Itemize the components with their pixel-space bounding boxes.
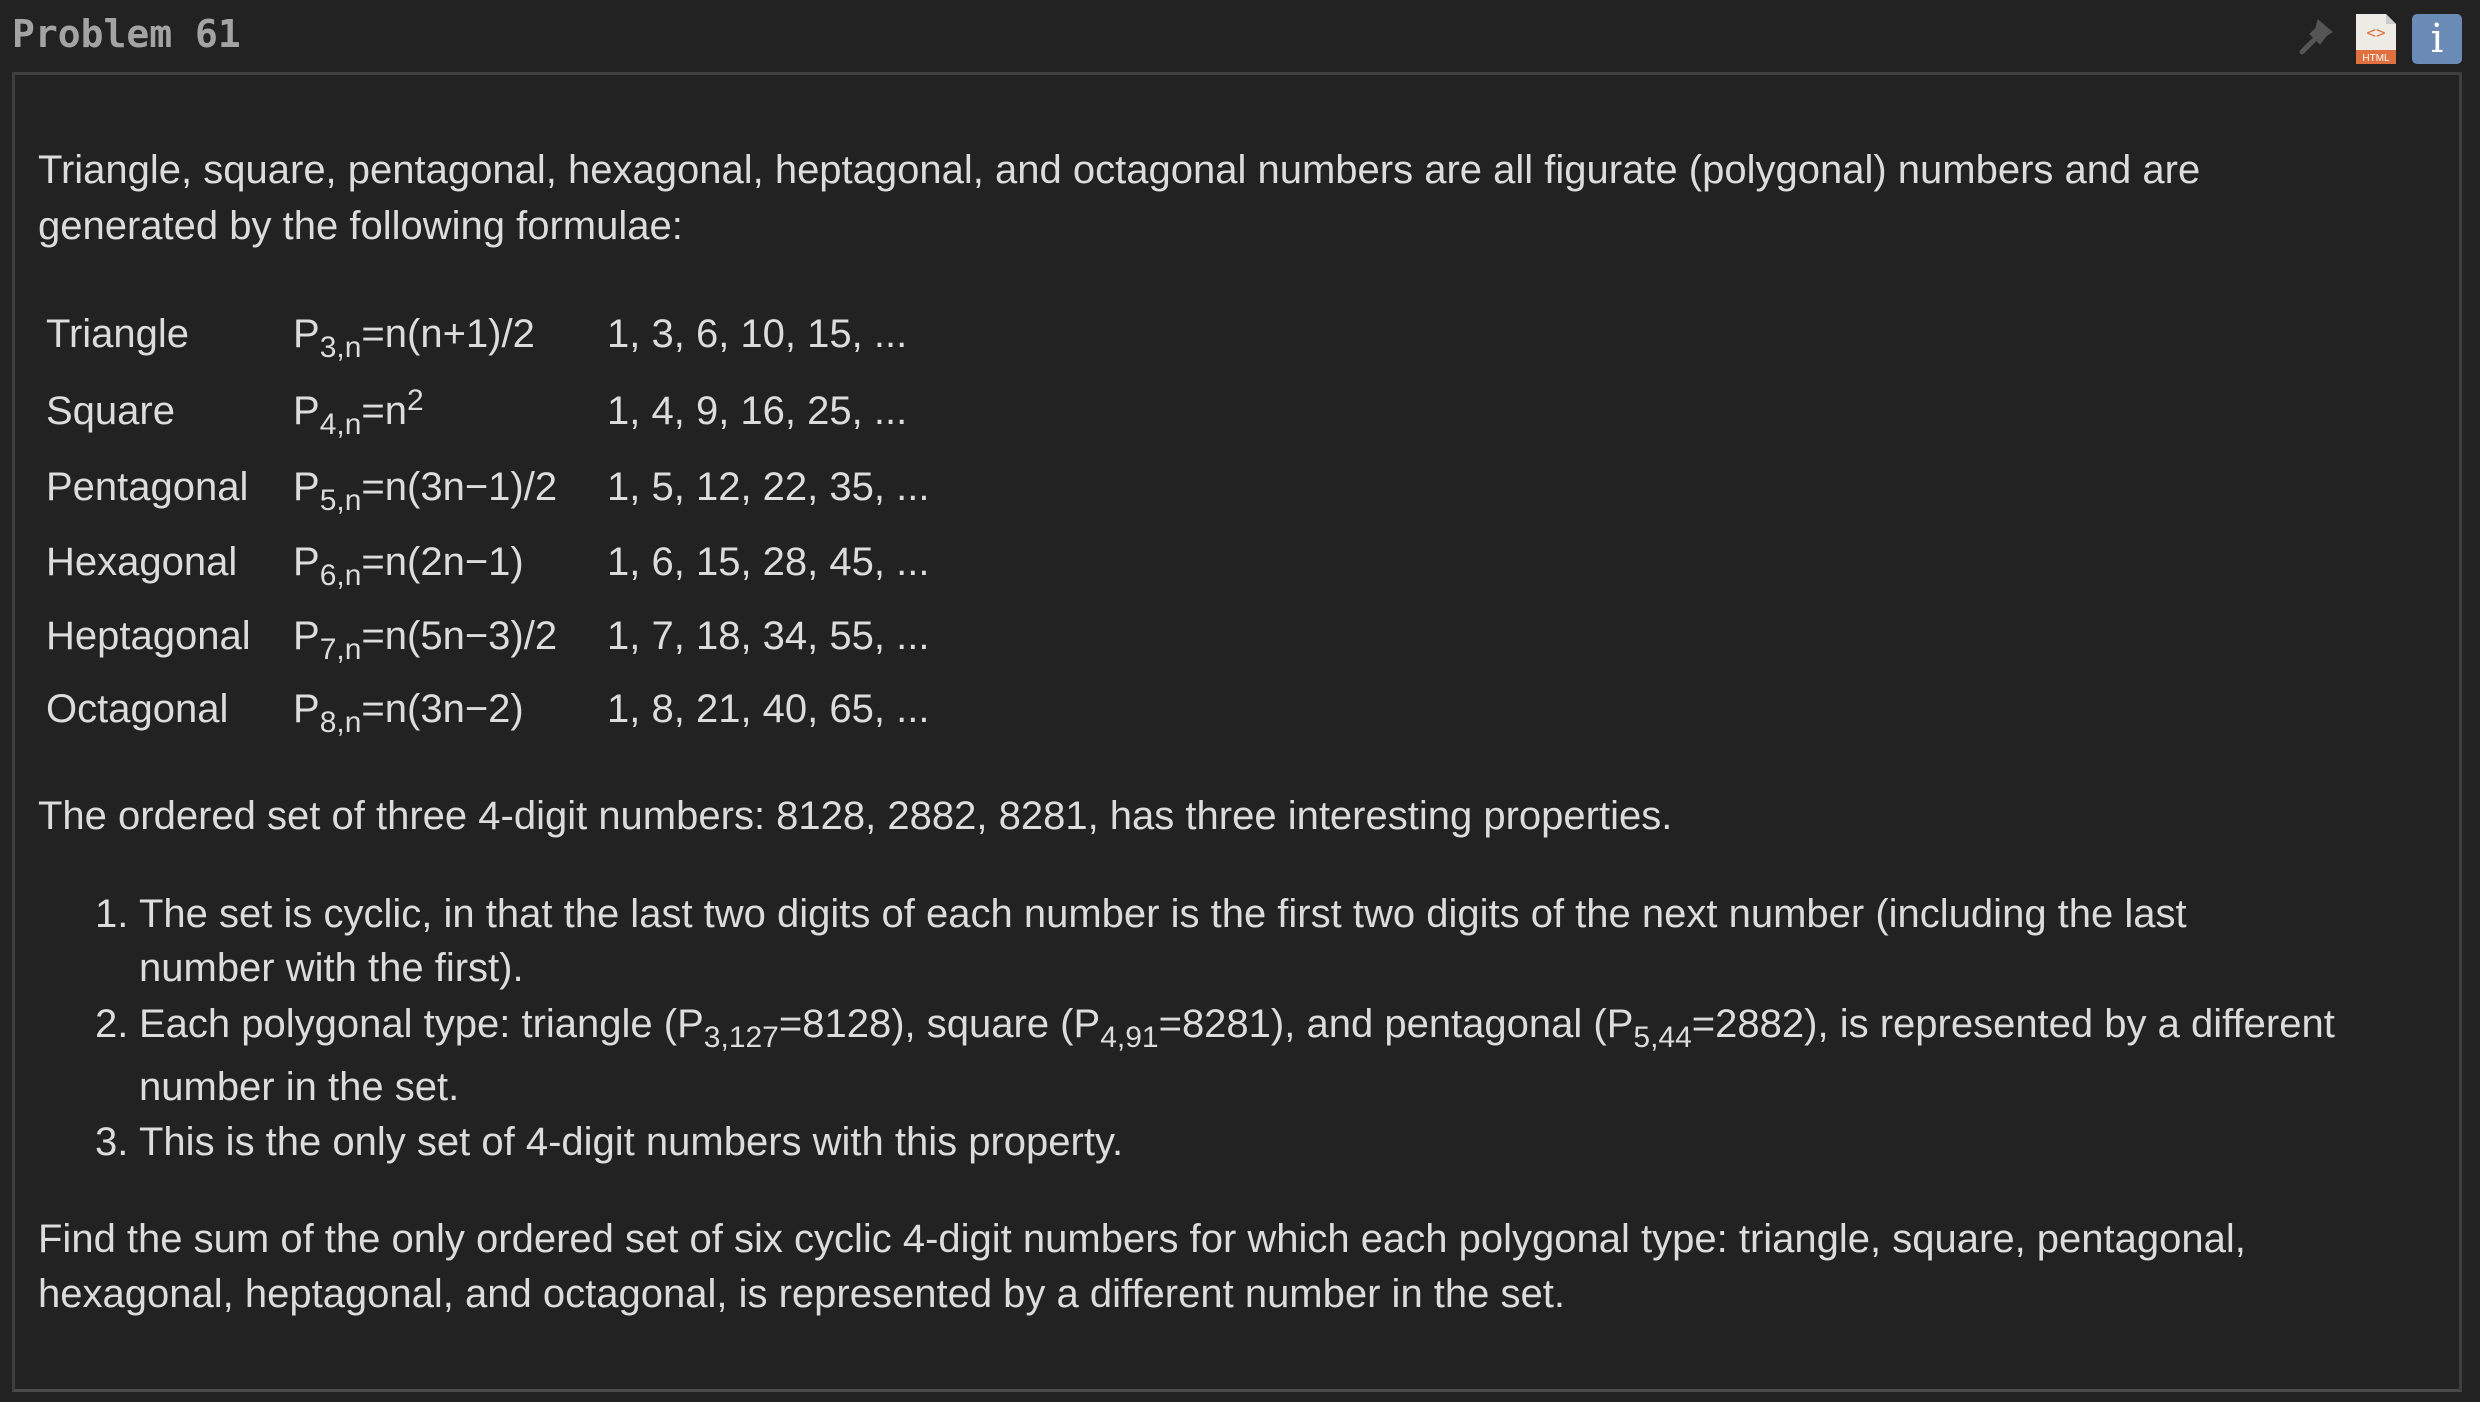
formula-subscript: 8,n [319, 706, 362, 739]
formula-expression: =n(5n−3)/2 [361, 614, 558, 658]
list-item-1-line-2: number with the first). [139, 946, 524, 990]
formula-expression: =n(2n−1) [361, 540, 524, 584]
polygon-name: Triangle [46, 312, 190, 356]
polygon-name: Octagonal [46, 687, 229, 731]
formula-p: P [293, 614, 320, 658]
polygon-name: Square [46, 389, 175, 433]
question-line-2: hexagonal, heptagonal, and octagonal, is… [38, 1272, 1565, 1316]
statement: The ordered set of three 4-digit numbers… [38, 794, 1673, 838]
text: =2882), is represented by a different [1691, 1002, 2335, 1046]
polygon-name: Hexagonal [46, 540, 238, 584]
formula-expression: =n(n+1)/2 [361, 312, 535, 356]
formula-p: P [293, 465, 320, 509]
list-item-3: This is the only set of 4-digit numbers … [139, 1120, 1124, 1164]
subscript: 5,44 [1633, 1021, 1692, 1054]
formula-subscript: 3,n [319, 331, 362, 364]
html-file-icon[interactable]: <> HTML [2356, 14, 2396, 64]
polygon-formula: P8,n=n(3n−2) [293, 681, 524, 739]
formula-p: P [293, 540, 320, 584]
polygon-sequence: 1, 4, 9, 16, 25, ... [607, 389, 908, 433]
polygon-sequence: 1, 8, 21, 40, 65, ... [607, 687, 930, 731]
info-icon[interactable]: i [2412, 14, 2462, 64]
polygon-sequence: 1, 5, 12, 22, 35, ... [607, 465, 930, 509]
formula-subscript: 4,n [319, 408, 362, 441]
formula-subscript: 7,n [319, 633, 362, 666]
list-item-2-line-2: number in the set. [139, 1065, 460, 1109]
page-title: Problem 61 [12, 12, 241, 56]
question-line-1: Find the sum of the only ordered set of … [38, 1217, 2246, 1261]
polygon-formula: P5,n=n(3n−1)/2 [293, 459, 558, 517]
text: =8128), square (P [778, 1002, 1101, 1046]
intro-line-1: Triangle, square, pentagonal, hexagonal,… [38, 148, 2201, 192]
subscript: 3,127 [703, 1021, 779, 1054]
polygon-formula: P6,n=n(2n−1) [293, 534, 524, 592]
formula-expression: =n [361, 389, 408, 433]
list-item-2-line-1: Each polygonal type: triangle (P3,127=81… [139, 996, 2335, 1054]
polygon-name: Pentagonal [46, 465, 249, 509]
polygon-sequence: 1, 6, 15, 28, 45, ... [607, 540, 930, 584]
formula-expression: =n(3n−1)/2 [361, 465, 558, 509]
formula-exponent: 2 [407, 384, 424, 417]
polygon-formula: P7,n=n(5n−3)/2 [293, 608, 558, 666]
formula-p: P [293, 389, 320, 433]
formula-subscript: 5,n [319, 484, 362, 517]
pin-icon[interactable] [2296, 14, 2340, 58]
polygon-sequence: 1, 3, 6, 10, 15, ... [607, 312, 908, 356]
formula-p: P [293, 312, 320, 356]
list-number-1: 1. [95, 892, 129, 936]
polygon-formula: P3,n=n(n+1)/2 [293, 306, 535, 364]
formula-subscript: 6,n [319, 559, 362, 592]
intro-line-2: generated by the following formulae: [38, 204, 683, 248]
polygon-formula: P4,n=n2 [293, 383, 424, 441]
text: Each polygonal type: triangle (P [139, 1002, 704, 1046]
list-number-2: 2. [95, 1002, 129, 1046]
formula-p: P [293, 687, 320, 731]
text: =8281), and pentagonal (P [1158, 1002, 1634, 1046]
svg-text:<>: <> [2366, 23, 2385, 42]
subscript: 4,91 [1100, 1021, 1159, 1054]
polygon-sequence: 1, 7, 18, 34, 55, ... [607, 614, 930, 658]
polygon-name: Heptagonal [46, 614, 251, 658]
list-number-3: 3. [95, 1120, 129, 1164]
list-item-1-line-1: The set is cyclic, in that the last two … [139, 892, 2187, 936]
html-label: HTML [2362, 53, 2390, 64]
formula-expression: =n(3n−2) [361, 687, 524, 731]
